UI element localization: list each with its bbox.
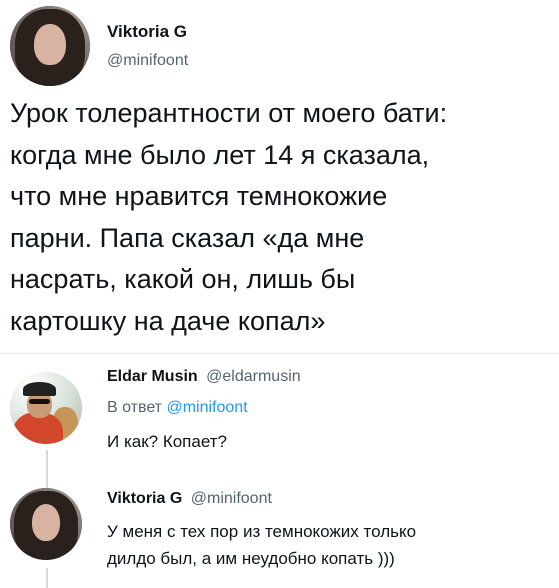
tweet-text-line: когда мне было лет 14 я сказала, bbox=[10, 139, 430, 170]
tweet-text-line: картошку на даче копал» bbox=[10, 305, 326, 336]
author-handle[interactable]: @eldarmusin bbox=[206, 368, 301, 385]
thread-line bbox=[46, 450, 48, 490]
author-name[interactable]: Eldar Musin bbox=[107, 368, 198, 385]
tweet-text: Урок толерантности от моего бати: когда … bbox=[10, 93, 447, 342]
avatar[interactable] bbox=[10, 372, 82, 444]
tweet-text-line: насрать, какой он, лишь бы bbox=[10, 264, 356, 294]
reply-text: У меня с тех пор из темнокожих только ди… bbox=[107, 518, 416, 572]
thread-line bbox=[46, 568, 48, 588]
reply-header: Eldar Musin @eldarmusin bbox=[107, 368, 301, 386]
reply-text-line: дилдо был, а им неудобно копать ))) bbox=[107, 549, 395, 568]
reply-text-line: У меня с тех пор из темнокожих только bbox=[107, 522, 417, 541]
reply-prefix: В ответ bbox=[107, 399, 163, 416]
author-handle[interactable]: @minifoont bbox=[191, 490, 272, 507]
divider bbox=[0, 353, 559, 354]
tweet-text-line: парни. Папа сказал «да мне bbox=[10, 222, 365, 253]
author-name[interactable]: Viktoria G bbox=[107, 490, 182, 507]
tweet-text-line: Урок толерантности от моего бати: bbox=[10, 98, 448, 128]
replying-to: В ответ @minifoont bbox=[107, 399, 248, 417]
avatar[interactable] bbox=[10, 6, 90, 86]
author-handle[interactable]: @minifoont bbox=[107, 52, 188, 70]
avatar[interactable] bbox=[10, 488, 82, 560]
reply-text: И как? Копает? bbox=[107, 432, 227, 451]
author-name[interactable]: Viktoria G bbox=[107, 22, 187, 42]
tweet-text-line: что мне нравится темнокожие bbox=[10, 181, 388, 211]
reply-header: Viktoria G @minifoont bbox=[107, 490, 272, 508]
mention-link[interactable]: @minifoont bbox=[166, 399, 247, 416]
